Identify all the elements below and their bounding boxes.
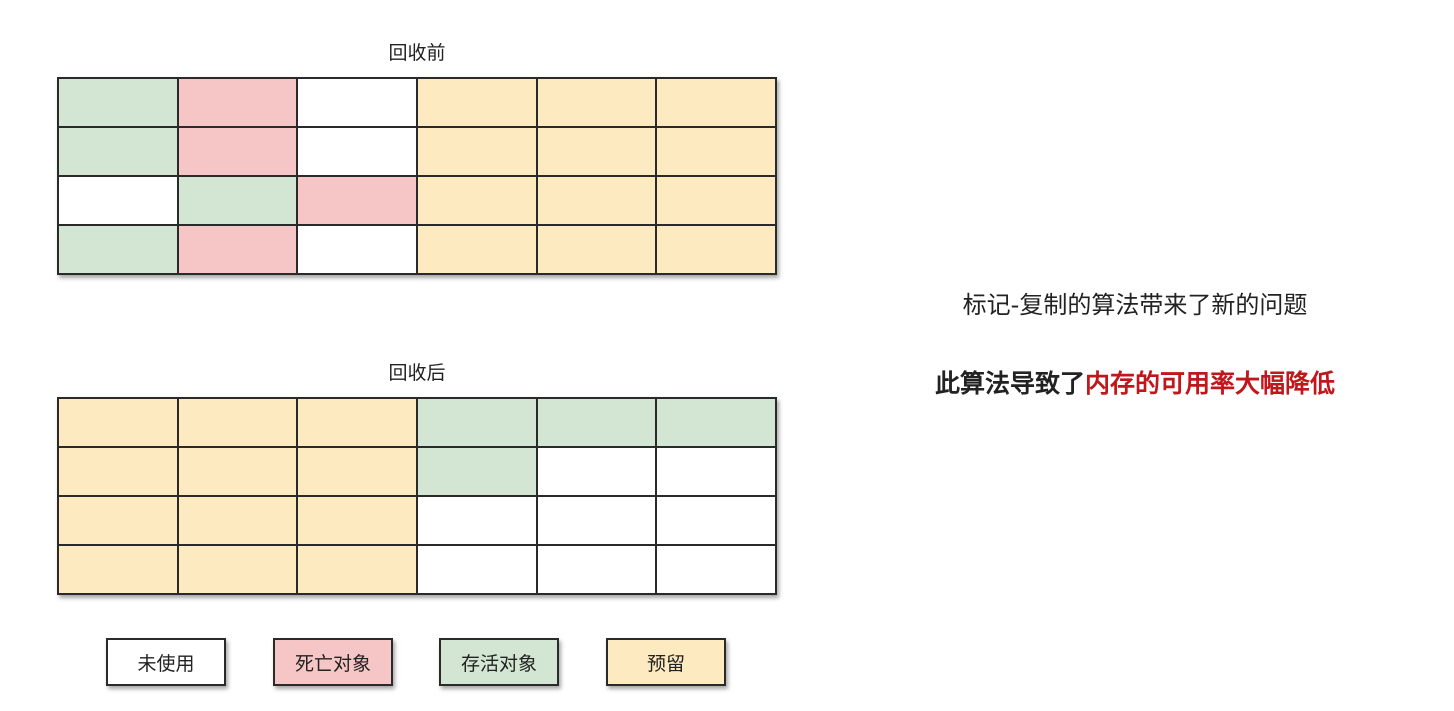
memory-cell-reserved: [59, 546, 179, 595]
memory-cell-reserved: [298, 546, 418, 595]
memory-cell-alive: [417, 448, 538, 497]
after-title: 回收后: [388, 362, 446, 384]
before-title: 回收前: [388, 42, 446, 64]
legend-reserved-label: 预留: [646, 652, 685, 675]
memory-cell-alive: [657, 399, 777, 448]
memory-cell-alive: [537, 399, 658, 448]
legend-unused: 未使用: [106, 638, 226, 686]
memory-cell-unused: [537, 448, 658, 497]
memory-cell-reserved: [178, 448, 299, 497]
memory-cell-unused: [537, 497, 658, 546]
legend-dead-label: 死亡对象: [294, 652, 371, 675]
memory-cell-unused: [417, 546, 538, 595]
memory-cell-reserved: [417, 79, 538, 128]
memory-cell-reserved: [298, 497, 418, 546]
memory-cell-unused: [417, 497, 538, 546]
note-line-2: 此算法导致了内存的可用率大幅降低: [820, 364, 1450, 400]
memory-cell-dead: [298, 177, 418, 226]
memory-cell-reserved: [417, 177, 538, 226]
memory-cell-unused: [657, 546, 777, 595]
memory-cell-reserved: [537, 128, 658, 177]
memory-cell-reserved: [178, 399, 299, 448]
legend: 未使用 死亡对象 存活对象 预留: [0, 638, 834, 688]
note-line-1: 标记-复制的算法带来了新的问题: [962, 291, 1308, 319]
memory-cell-unused: [537, 546, 658, 595]
memory-cell-reserved: [417, 226, 538, 275]
memory-cell-reserved: [657, 79, 777, 128]
memory-cell-reserved: [59, 448, 179, 497]
legend-alive-label: 存活对象: [460, 652, 537, 675]
memory-cell-alive: [59, 79, 179, 128]
memory-cell-unused: [298, 128, 418, 177]
memory-cell-reserved: [59, 399, 179, 448]
memory-cell-reserved: [298, 448, 418, 497]
memory-cell-reserved: [178, 497, 299, 546]
memory-cell-alive: [178, 177, 299, 226]
memory-cell-unused: [657, 448, 777, 497]
memory-cell-unused: [657, 497, 777, 546]
memory-cell-reserved: [178, 546, 299, 595]
legend-dead: 死亡对象: [273, 638, 393, 686]
memory-cell-reserved: [537, 79, 658, 128]
legend-unused-label: 未使用: [137, 652, 195, 675]
memory-cell-dead: [178, 226, 299, 275]
memory-cell-reserved: [537, 226, 658, 275]
memory-cell-reserved: [657, 128, 777, 177]
memory-cell-reserved: [298, 399, 418, 448]
note-line-2-highlight: 内存的可用率大幅降低: [1085, 369, 1336, 398]
memory-cell-reserved: [657, 226, 777, 275]
memory-cell-reserved: [417, 128, 538, 177]
legend-alive: 存活对象: [439, 638, 559, 686]
memory-cell-dead: [178, 128, 299, 177]
memory-cell-dead: [178, 79, 299, 128]
memory-cell-alive: [417, 399, 538, 448]
memory-cell-unused: [59, 177, 179, 226]
memory-cell-reserved: [657, 177, 777, 226]
legend-reserved: 预留: [606, 638, 726, 686]
memory-cell-reserved: [537, 177, 658, 226]
memory-cell-reserved: [59, 497, 179, 546]
memory-cell-alive: [59, 226, 179, 275]
memory-cell-alive: [59, 128, 179, 177]
memory-cell-unused: [298, 226, 418, 275]
before-memory-grid: [57, 77, 777, 275]
after-memory-grid: [57, 397, 777, 595]
memory-cell-unused: [298, 79, 418, 128]
note-line-2-prefix: 此算法导致了: [934, 369, 1085, 398]
